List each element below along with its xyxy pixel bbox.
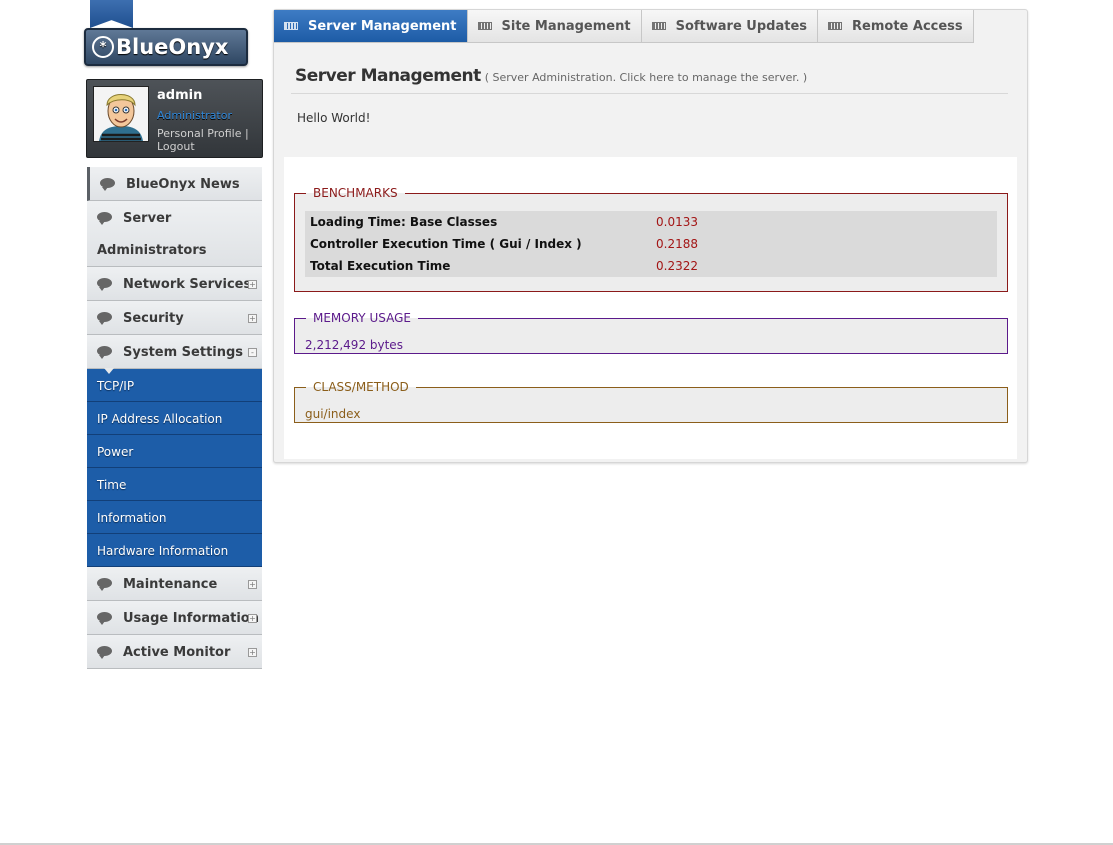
page-title-text: Server Management — [295, 66, 481, 86]
sidebar-item-security[interactable]: Security + — [87, 301, 262, 335]
tab-label: Software Updates — [675, 18, 808, 34]
sidebar-item-label: Maintenance — [123, 577, 218, 592]
sidebar-item-system-settings[interactable]: System Settings - — [87, 335, 262, 374]
expand-icon[interactable]: + — [248, 314, 257, 323]
speech-bubble-icon — [97, 646, 112, 659]
sidebar-item-label: Usage Information — [123, 611, 259, 626]
sidebar-subitem-information[interactable]: Information — [87, 501, 262, 534]
tab-server-management[interactable]: Server Management — [274, 10, 468, 43]
benchmark-value: 0.2322 — [656, 259, 698, 273]
benchmark-value: 0.2188 — [656, 237, 698, 251]
logout-link[interactable]: Logout — [157, 140, 195, 153]
speech-bubble-icon — [97, 278, 112, 291]
sidebar-subitem-time[interactable]: Time — [87, 468, 262, 501]
tab-label: Site Management — [501, 18, 631, 34]
sidebar-item-label-line2: Administrators — [97, 243, 207, 258]
benchmark-label: Controller Execution Time ( Gui / Index … — [310, 237, 582, 251]
sidebar-item-label: BlueOnyx News — [126, 177, 240, 192]
top-tabs: Server Management Site Management Softwa… — [274, 10, 974, 43]
expand-icon[interactable]: + — [248, 614, 257, 623]
class-method-fieldset: CLASS/METHOD gui/index — [294, 380, 1008, 423]
class-method-legend: CLASS/METHOD — [313, 380, 409, 394]
body-text: Hello World! — [297, 111, 371, 125]
sidebar-item-maintenance[interactable]: Maintenance + — [87, 567, 262, 601]
class-method-value: gui/index — [305, 407, 361, 421]
page-title: Server Management ( Server Administration… — [295, 66, 807, 86]
sidebar-item-server-administrators[interactable]: Server Administrators — [87, 201, 262, 267]
logo-ribbon — [90, 0, 133, 28]
sidebar-item-network-services[interactable]: Network Services + — [87, 267, 262, 301]
title-divider — [291, 93, 1008, 94]
sidebar-item-usage-information[interactable]: Usage Information + — [87, 601, 262, 635]
expand-icon[interactable]: + — [248, 280, 257, 289]
tab-site-management[interactable]: Site Management — [467, 10, 642, 43]
logo-text: BlueOnyx — [116, 35, 229, 59]
memory-usage-fieldset: MEMORY USAGE 2,212,492 bytes — [294, 311, 1008, 354]
benchmarks-legend: BENCHMARKS — [313, 186, 398, 200]
benchmark-value: 0.0133 — [656, 215, 698, 229]
debug-output: BENCHMARKS Loading Time: Base Classes 0.… — [284, 157, 1017, 459]
memory-usage-value: 2,212,492 bytes — [305, 338, 403, 352]
expand-icon[interactable]: + — [248, 648, 257, 657]
tab-remote-access[interactable]: Remote Access — [818, 10, 974, 43]
main-panel: Server Management Site Management Softwa… — [273, 9, 1028, 463]
sidebar-subitem-hardware-information[interactable]: Hardware Information — [87, 534, 262, 567]
user-name: admin — [157, 88, 203, 103]
tab-label: Server Management — [308, 18, 457, 34]
speech-bubble-icon — [97, 312, 112, 325]
benchmark-label: Total Execution Time — [310, 259, 451, 273]
benchmarks-table: Loading Time: Base Classes 0.0133 Contro… — [305, 211, 997, 277]
link-separator: | — [244, 127, 249, 140]
speech-bubble-icon — [97, 578, 112, 591]
sidebar-item-label: Security — [123, 311, 184, 326]
table-row: Total Execution Time 0.2322 — [305, 255, 997, 277]
user-role: Administrator — [157, 109, 232, 122]
speech-bubble-icon — [100, 178, 115, 191]
server-icon — [651, 22, 666, 30]
server-icon — [477, 22, 492, 30]
collapse-icon[interactable]: - — [248, 348, 257, 357]
expand-icon[interactable]: + — [248, 580, 257, 589]
sidebar-item-label: Network Services — [123, 277, 252, 292]
speech-bubble-icon — [97, 346, 112, 359]
memory-usage-legend: MEMORY USAGE — [313, 311, 411, 325]
speech-bubble-icon — [97, 612, 112, 625]
blueonyx-logo[interactable]: * BlueOnyx — [84, 28, 248, 66]
sidebar-nav: BlueOnyx News Server Administrators Netw… — [87, 167, 262, 669]
sidebar-subitem-ip-address-allocation[interactable]: IP Address Allocation — [87, 402, 262, 435]
sidebar-item-blueonyx-news[interactable]: BlueOnyx News — [87, 167, 262, 201]
user-avatar-icon — [94, 87, 148, 141]
page-subtitle-link[interactable]: ( Server Administration. Click here to m… — [485, 71, 807, 84]
tab-label: Remote Access — [852, 18, 963, 34]
sidebar-item-active-monitor[interactable]: Active Monitor + — [87, 635, 262, 669]
active-caret-icon — [104, 368, 114, 374]
server-icon — [284, 22, 298, 30]
benchmark-label: Loading Time: Base Classes — [310, 215, 498, 229]
benchmarks-fieldset: BENCHMARKS Loading Time: Base Classes 0.… — [294, 186, 1008, 292]
avatar — [93, 86, 149, 142]
table-row: Controller Execution Time ( Gui / Index … — [305, 233, 997, 255]
personal-profile-link[interactable]: Personal Profile — [157, 127, 241, 140]
speech-bubble-icon — [97, 212, 112, 225]
tab-software-updates[interactable]: Software Updates — [641, 10, 819, 43]
logo-asterisk-icon: * — [92, 36, 114, 58]
server-icon — [828, 22, 843, 30]
table-row: Loading Time: Base Classes 0.0133 — [305, 211, 997, 233]
sidebar-item-label: Active Monitor — [123, 645, 231, 660]
user-box: admin Administrator Personal Profile | L… — [86, 79, 263, 158]
sidebar-subitem-power[interactable]: Power — [87, 435, 262, 468]
sidebar-item-label: System Settings — [123, 345, 244, 360]
user-links: Personal Profile | Logout — [157, 127, 249, 153]
sidebar-item-label: Server — [123, 211, 172, 226]
